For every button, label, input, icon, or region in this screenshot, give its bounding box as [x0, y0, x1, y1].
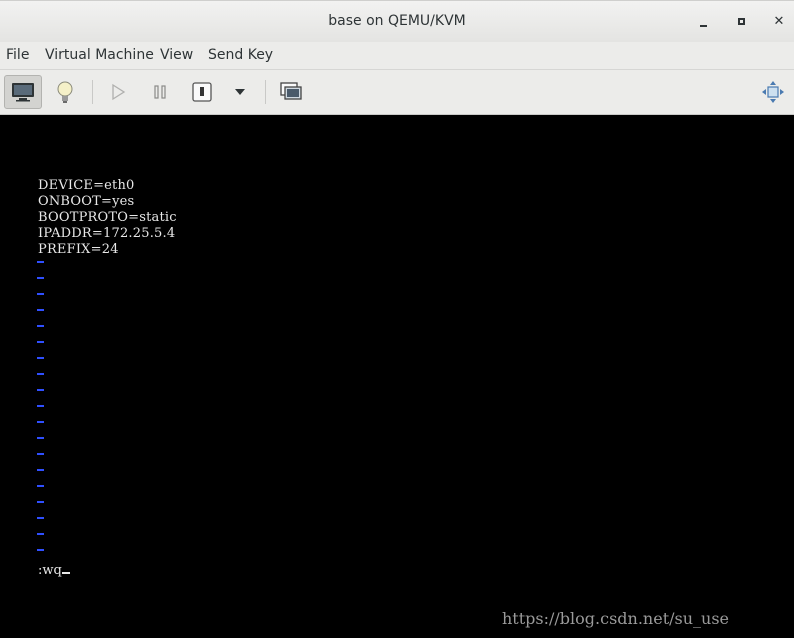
- toolbar-separator: [265, 80, 266, 104]
- minimize-icon: [699, 24, 707, 27]
- shutdown-menu-button[interactable]: [221, 75, 259, 109]
- vim-empty-line-marker: [37, 549, 44, 551]
- vim-empty-line-marker: [37, 389, 44, 391]
- vim-empty-line-marker: [37, 485, 44, 487]
- shutdown-button[interactable]: [183, 75, 221, 109]
- title-bar[interactable]: base on QEMU/KVM ✕: [0, 0, 794, 42]
- menu-file[interactable]: File: [6, 47, 29, 63]
- vim-empty-line-marker: [37, 501, 44, 503]
- vim-command-line[interactable]: :wq: [38, 563, 70, 578]
- console-icon: [12, 83, 34, 102]
- menu-send-key[interactable]: Send Key: [208, 47, 273, 63]
- console-line: DEVICE=eth0: [38, 178, 135, 193]
- vim-empty-line-marker: [37, 309, 44, 311]
- dropdown-arrow-icon: [235, 89, 245, 95]
- snapshot-button[interactable]: [272, 75, 310, 109]
- text-cursor: [61, 572, 70, 574]
- vim-empty-line-marker: [37, 453, 44, 455]
- toolbar: [0, 70, 794, 115]
- power-icon: [192, 82, 212, 102]
- vim-empty-line-marker: [37, 277, 44, 279]
- lightbulb-icon: [57, 81, 73, 103]
- toolbar-separator: [92, 80, 93, 104]
- vim-empty-line-marker: [37, 405, 44, 407]
- vim-empty-line-marker: [37, 437, 44, 439]
- vim-empty-line-marker: [37, 261, 44, 263]
- close-icon: ✕: [773, 14, 785, 29]
- vim-empty-line-marker: [37, 533, 44, 535]
- console-line: ONBOOT=yes: [38, 194, 135, 209]
- vim-empty-line-marker: [37, 469, 44, 471]
- console-line: IPADDR=172.25.5.4: [38, 226, 176, 241]
- play-icon: [112, 83, 126, 101]
- vim-empty-line-marker: [37, 325, 44, 327]
- vim-command-text: :wq: [38, 563, 62, 578]
- fullscreen-button[interactable]: [754, 75, 792, 109]
- vim-empty-line-marker: [37, 421, 44, 423]
- menu-virtual-machine[interactable]: Virtual Machine: [45, 47, 154, 63]
- maximize-icon: [737, 18, 745, 25]
- vim-empty-line-marker: [37, 341, 44, 343]
- minimize-button[interactable]: [692, 11, 714, 33]
- details-button[interactable]: [46, 75, 84, 109]
- run-button[interactable]: [99, 75, 137, 109]
- console-view-button[interactable]: [4, 75, 42, 109]
- menu-view[interactable]: View: [160, 47, 193, 63]
- vim-empty-line-marker: [37, 517, 44, 519]
- vim-empty-line-marker: [37, 373, 44, 375]
- vm-console[interactable]: DEVICE=eth0 ONBOOT=yes BOOTPROTO=static …: [0, 116, 794, 638]
- screenshot-icon: [280, 82, 302, 100]
- menu-bar: File Virtual Machine View Send Key: [0, 42, 794, 70]
- pause-icon: [154, 85, 166, 99]
- vim-empty-line-marker: [37, 357, 44, 359]
- window-title: base on QEMU/KVM: [328, 13, 466, 29]
- maximize-button[interactable]: [730, 11, 752, 33]
- close-button[interactable]: ✕: [768, 11, 790, 33]
- vm-window: base on QEMU/KVM ✕ File Virtual Machine …: [0, 0, 794, 638]
- pause-button[interactable]: [141, 75, 179, 109]
- console-line: PREFIX=24: [38, 242, 119, 257]
- watermark: https://blog.csdn.net/su_use: [502, 609, 730, 628]
- vim-empty-line-marker: [37, 293, 44, 295]
- fullscreen-icon: [762, 81, 784, 103]
- console-line: BOOTPROTO=static: [38, 210, 177, 225]
